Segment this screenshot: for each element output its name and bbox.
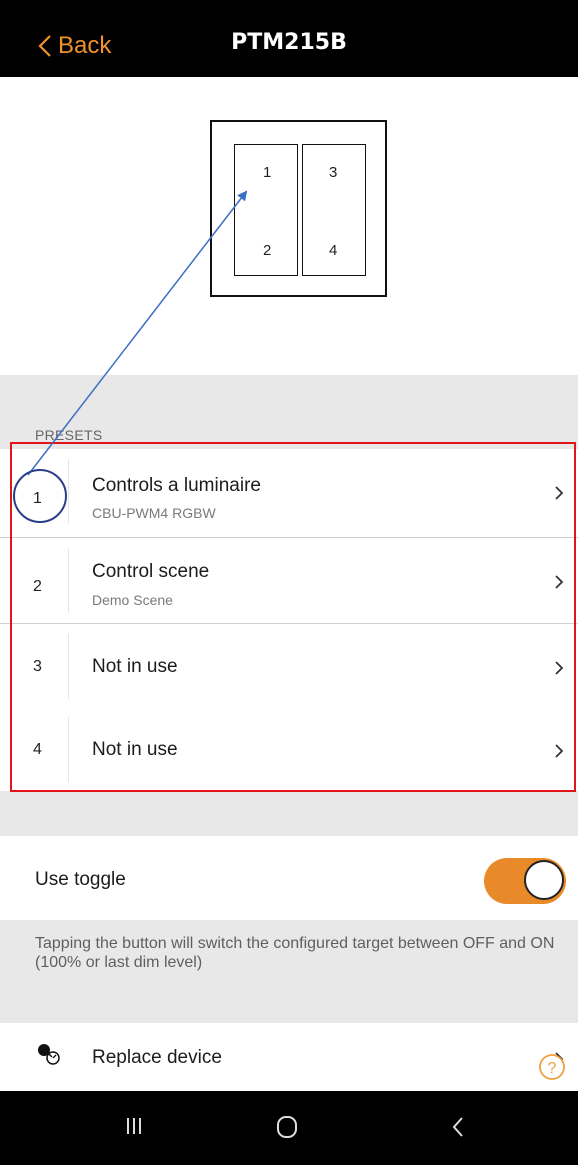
chevron-right-icon <box>555 575 564 589</box>
preset-label: Not in use <box>92 739 178 760</box>
row-divider <box>68 717 69 782</box>
device-button-4: 4 <box>329 242 338 259</box>
use-toggle-label: Use toggle <box>35 869 126 890</box>
preset-row-3[interactable]: 3 Not in use <box>0 624 578 709</box>
device-button-1: 1 <box>263 164 272 181</box>
presets-section-label: PRESETS <box>35 427 103 443</box>
chevron-right-icon <box>555 661 564 675</box>
recent-apps-icon[interactable] <box>125 1115 143 1137</box>
device-illustration-area: 1 2 3 4 <box>0 77 578 375</box>
replace-device-label: Replace device <box>92 1047 222 1068</box>
use-toggle-row: Use toggle <box>0 836 578 920</box>
preset-row-4[interactable]: 4 Not in use <box>0 707 578 792</box>
system-navigation-bar <box>0 1091 578 1165</box>
chevron-right-icon <box>555 486 564 500</box>
preset-row-2[interactable]: 2 Control scene Demo Scene <box>0 538 578 623</box>
svg-text:?: ? <box>548 1060 557 1077</box>
back-nav-icon[interactable] <box>450 1115 466 1139</box>
top-bar: Back PTM215B <box>0 0 578 77</box>
replace-device-icon <box>38 1044 60 1065</box>
row-divider <box>68 459 69 524</box>
preset-number: 3 <box>33 658 42 675</box>
preset-number: 1 <box>33 490 42 507</box>
chevron-right-icon <box>555 744 564 758</box>
preset-list: 1 Controls a luminaire CBU-PWM4 RGBW 2 C… <box>0 449 578 791</box>
row-divider <box>68 634 69 699</box>
preset-number: 4 <box>33 741 42 758</box>
device-button-2: 2 <box>263 242 272 259</box>
preset-label: Control scene <box>92 561 210 582</box>
home-icon[interactable] <box>276 1115 298 1139</box>
device-button-3: 3 <box>329 164 338 181</box>
use-toggle-description: Tapping the button will switch the confi… <box>35 935 555 971</box>
preset-row-1[interactable]: 1 Controls a luminaire CBU-PWM4 RGBW <box>0 449 578 534</box>
preset-sublabel: Demo Scene <box>92 592 173 608</box>
use-toggle-switch[interactable] <box>484 858 566 904</box>
preset-label: Controls a luminaire <box>92 475 261 496</box>
help-icon[interactable]: ? <box>538 1053 566 1081</box>
page-title: PTM215B <box>231 30 347 55</box>
device-diagram: 1 2 3 4 <box>210 120 387 297</box>
toggle-knob <box>524 860 564 900</box>
preset-sublabel: CBU-PWM4 RGBW <box>92 505 216 521</box>
preset-number: 2 <box>33 578 42 595</box>
replace-device-row[interactable]: Replace device ? <box>0 1023 578 1091</box>
row-divider <box>68 548 69 613</box>
preset-label: Not in use <box>92 656 178 677</box>
